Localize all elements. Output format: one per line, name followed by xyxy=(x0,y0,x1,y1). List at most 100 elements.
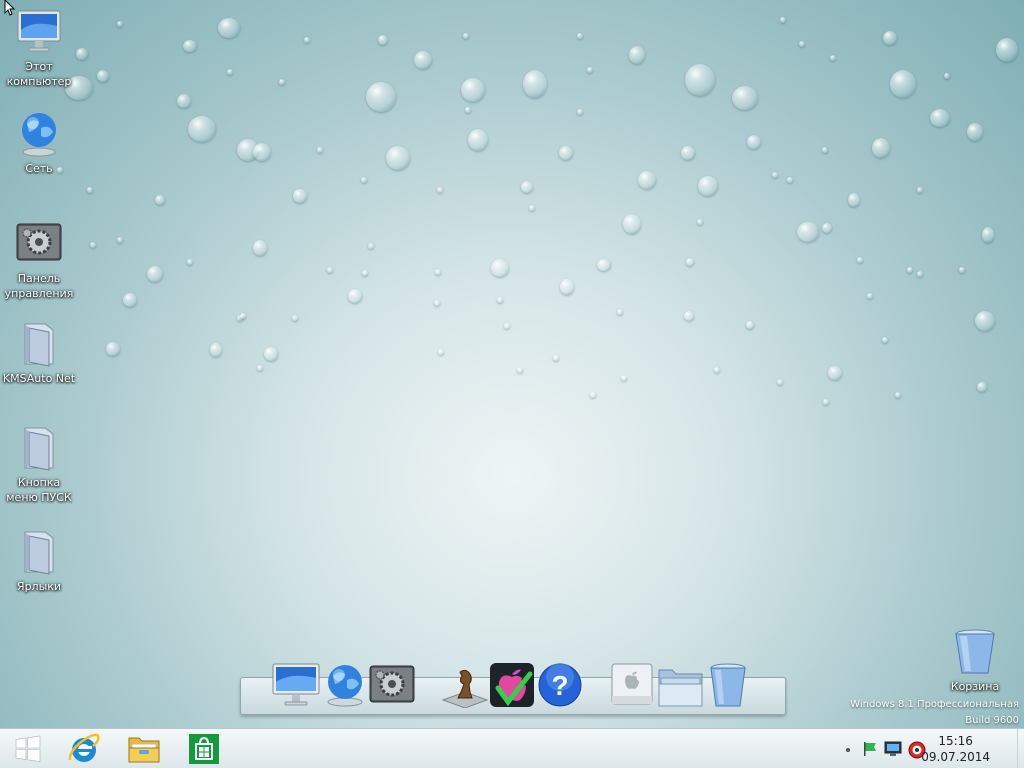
water-drop xyxy=(930,109,950,127)
desktop-icon-this-pc[interactable]: Этот компьютер xyxy=(1,8,77,89)
water-drop xyxy=(253,143,271,161)
water-drop xyxy=(577,33,583,39)
water-drop xyxy=(378,35,388,45)
water-drop xyxy=(76,48,88,60)
folder-stack-icon xyxy=(658,669,703,707)
water-drop xyxy=(890,70,916,98)
windows-start-icon xyxy=(15,735,41,762)
water-drop xyxy=(681,146,695,160)
water-drop xyxy=(697,219,703,225)
water-drop xyxy=(317,147,323,153)
water-drop xyxy=(895,392,901,398)
water-drop xyxy=(944,73,950,79)
water-drop xyxy=(517,367,523,373)
folder-icon xyxy=(15,528,63,576)
water-drop xyxy=(264,347,278,361)
water-drop xyxy=(638,171,656,189)
water-drop xyxy=(882,337,888,343)
water-drop xyxy=(155,195,165,205)
water-drop xyxy=(521,181,533,193)
drive-icon xyxy=(611,663,653,705)
water-drop xyxy=(982,227,994,243)
water-drop xyxy=(822,147,828,153)
dock-item-trash[interactable] xyxy=(704,662,754,708)
water-drop xyxy=(327,267,333,273)
computer-icon xyxy=(15,8,63,56)
dock-item-drive[interactable] xyxy=(608,662,658,708)
control-panel-icon xyxy=(15,220,63,268)
water-drop xyxy=(292,315,298,321)
water-drop xyxy=(623,214,641,234)
water-drop xyxy=(304,37,310,43)
water-drop xyxy=(497,297,503,303)
water-drop xyxy=(461,78,485,102)
system-preferences-icon xyxy=(369,665,415,703)
water-drop xyxy=(747,135,761,149)
help-icon: ? xyxy=(538,663,582,707)
desktop-icon-control-panel[interactable]: Панель управления xyxy=(1,220,77,301)
desktop-icon-label: Корзина xyxy=(950,680,1000,693)
taskbar-store[interactable] xyxy=(176,729,232,768)
water-drop xyxy=(867,293,873,299)
water-drop xyxy=(437,187,443,193)
desktop-icon-kmsauto[interactable]: KMSAuto Net xyxy=(1,320,77,386)
water-drop xyxy=(714,367,720,373)
wallpaper-water-drops xyxy=(0,0,1024,420)
water-drop xyxy=(240,313,246,319)
water-drop xyxy=(698,176,718,196)
water-drop xyxy=(629,46,645,64)
show-desktop-button[interactable] xyxy=(1017,729,1024,768)
dock-item-help[interactable]: ? xyxy=(536,662,586,708)
water-drop xyxy=(253,240,267,256)
water-drop xyxy=(799,41,805,47)
taskbar-internet-explorer[interactable] xyxy=(56,729,112,768)
imac-icon xyxy=(272,663,320,706)
water-drop xyxy=(577,109,583,115)
water-drop xyxy=(828,366,842,380)
mouse-cursor-icon xyxy=(4,0,16,16)
dock-item-apple-check[interactable] xyxy=(488,662,538,708)
desktop-icon-label: KMSAuto Net xyxy=(2,372,76,385)
desktop-icon-label: Панель управления xyxy=(4,272,74,300)
water-drop xyxy=(366,82,396,112)
start-button[interactable] xyxy=(0,729,56,768)
water-drop xyxy=(917,187,923,193)
dock-item-system-preferences[interactable] xyxy=(368,662,418,708)
dock-item-chess[interactable] xyxy=(440,662,490,709)
water-drop xyxy=(559,146,573,160)
water-drop xyxy=(465,107,471,113)
water-drop xyxy=(106,342,120,356)
water-drop xyxy=(188,116,216,142)
trash-icon xyxy=(710,663,746,707)
store-icon xyxy=(189,734,219,764)
water-drop xyxy=(822,223,832,233)
desktop-icon-start-menu-button[interactable]: Кнопка меню ПУСК xyxy=(1,424,77,505)
dock-item-folders[interactable] xyxy=(656,662,706,708)
water-drop xyxy=(368,243,374,249)
desktop-icon-label: Этот компьютер xyxy=(6,60,72,88)
taskbar-clock[interactable]: 15:16 09.07.2014 xyxy=(921,733,990,765)
dock-item-network[interactable] xyxy=(320,662,370,708)
desktop[interactable]: Этот компьютер Сеть Панель управления KM… xyxy=(0,0,1024,728)
water-drop xyxy=(597,259,611,271)
water-drop xyxy=(797,222,819,242)
water-drop xyxy=(529,205,535,211)
water-drop xyxy=(218,18,240,38)
water-drop xyxy=(560,279,574,295)
water-drop xyxy=(967,123,983,141)
action-center-flag-icon[interactable] xyxy=(862,741,878,757)
water-drop xyxy=(732,86,758,110)
desktop-icon-shortcuts[interactable]: Ярлыки xyxy=(1,528,77,594)
water-drop xyxy=(147,266,163,282)
water-drop xyxy=(872,138,890,158)
water-drop xyxy=(996,38,1018,62)
water-drop xyxy=(438,349,444,355)
tray-dot-icon[interactable] xyxy=(840,741,856,757)
dock-item-imac[interactable] xyxy=(271,662,321,708)
desktop-icon-network[interactable]: Сеть xyxy=(1,110,77,176)
desktop-icon-recycle-bin[interactable]: Корзина xyxy=(937,628,1013,694)
network-monitor-icon[interactable] xyxy=(884,741,902,757)
water-drop xyxy=(227,69,233,75)
water-drop xyxy=(777,379,783,385)
taskbar-file-explorer[interactable] xyxy=(116,729,172,768)
